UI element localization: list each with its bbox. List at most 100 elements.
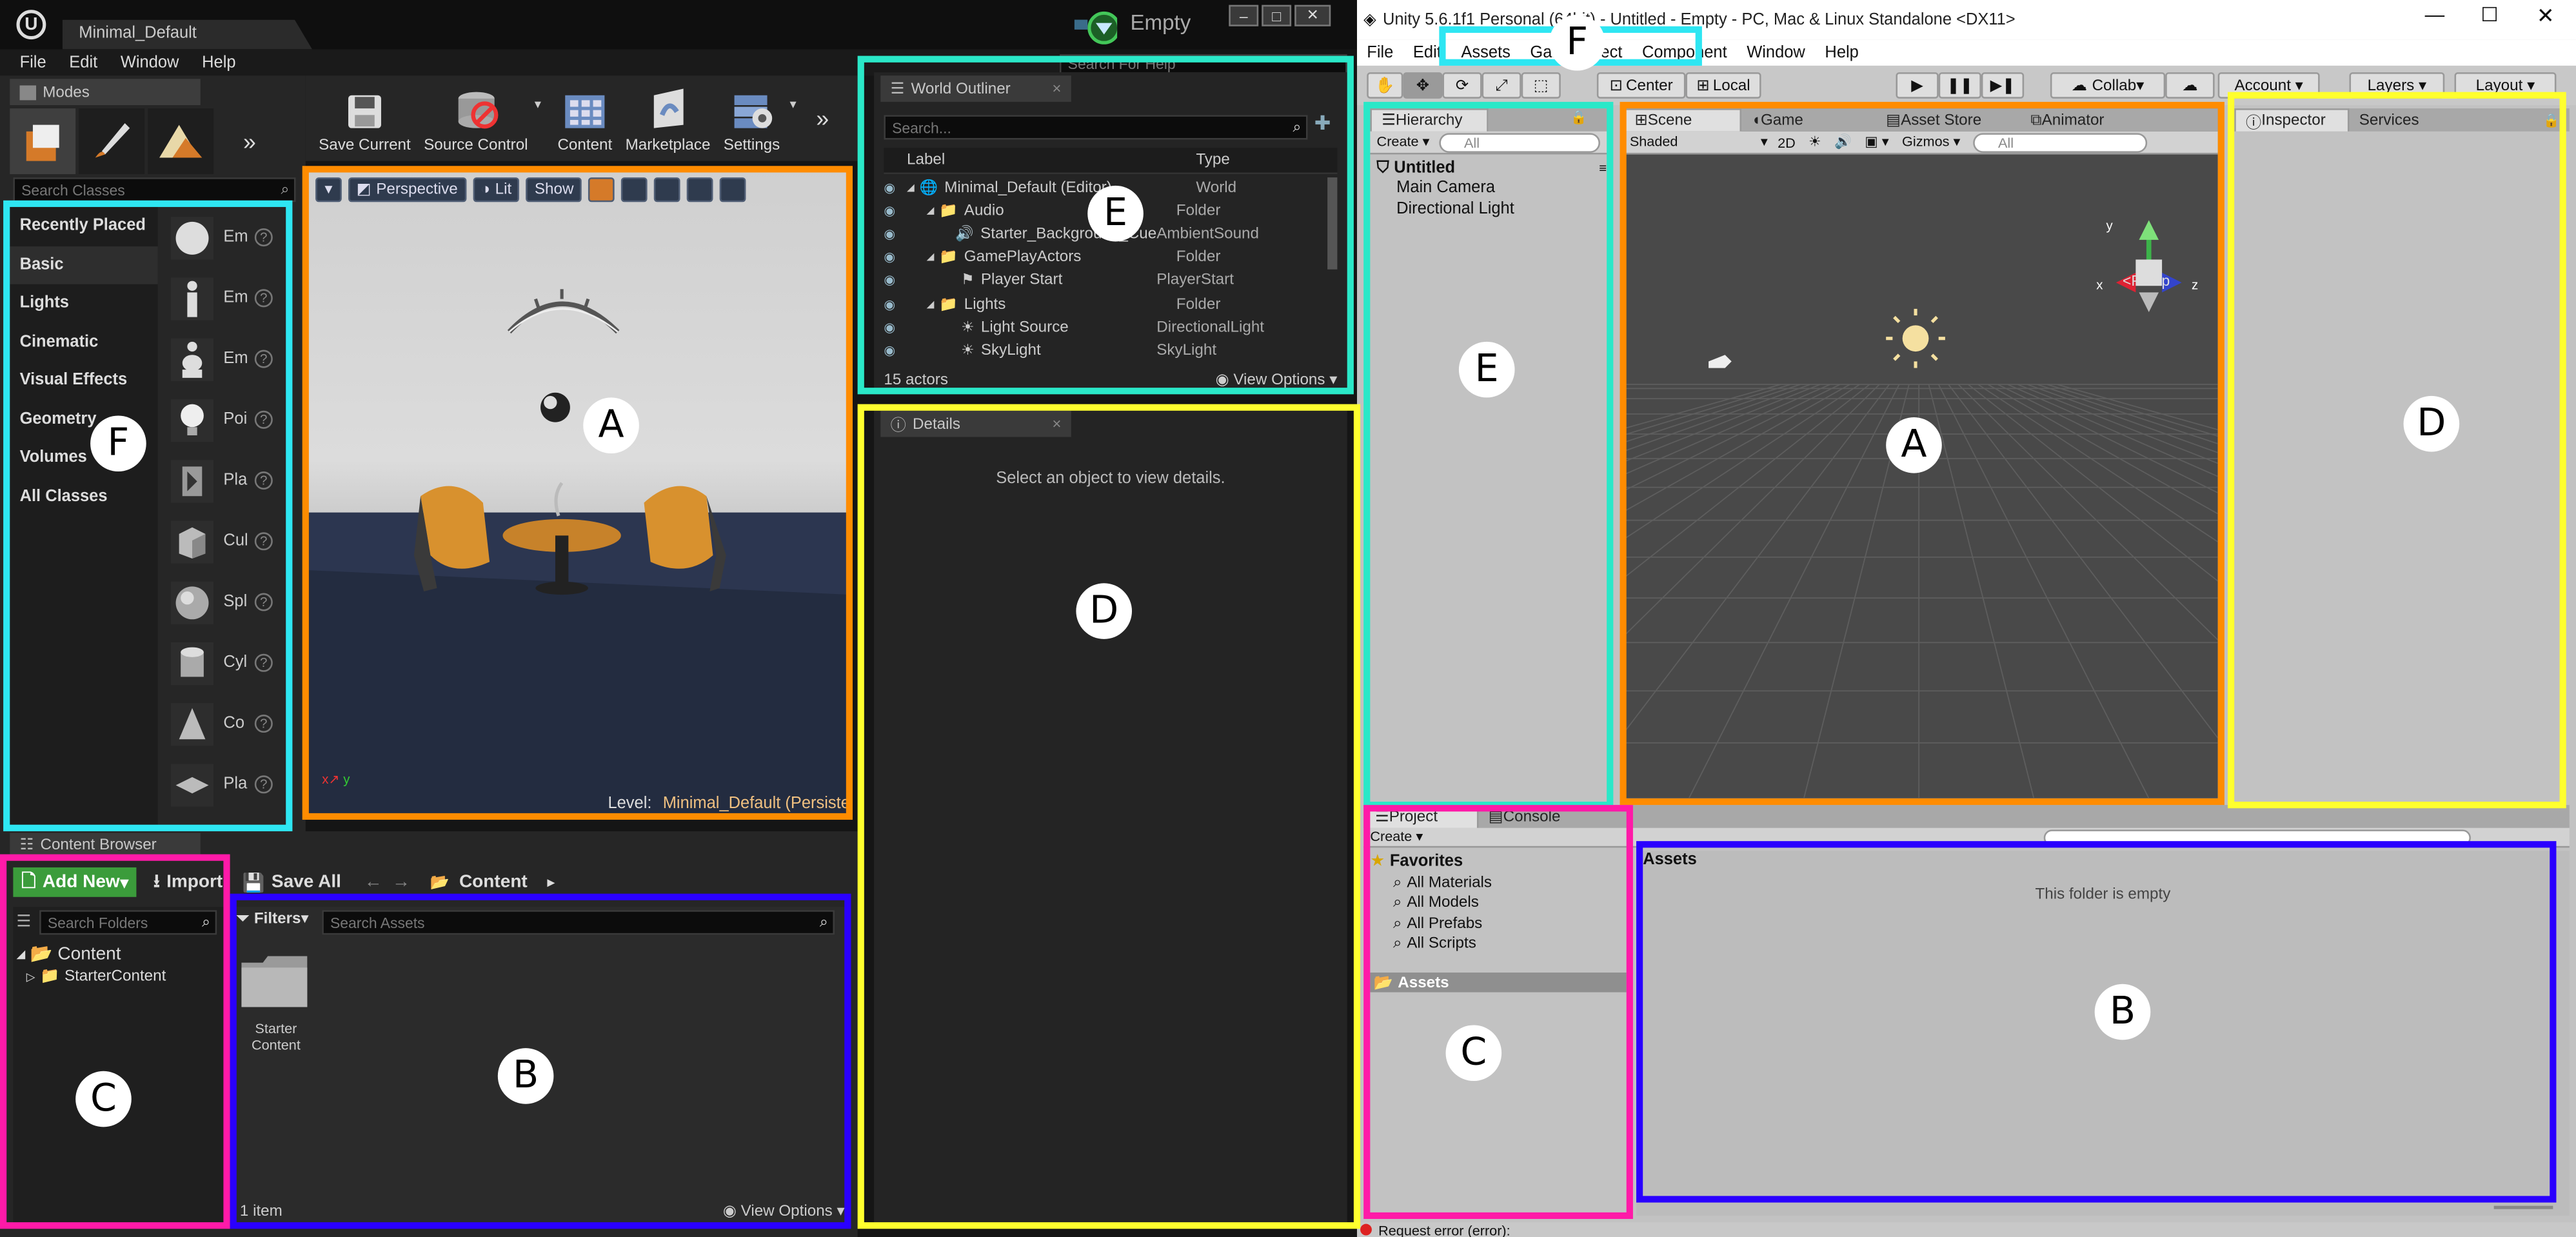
expand-arrow-icon[interactable]: ◢ xyxy=(907,182,915,193)
outliner-view-options[interactable]: ◉ View Options ▾ xyxy=(1215,370,1337,388)
scene-search-input[interactable]: All xyxy=(1973,132,2148,152)
forward-arrow-icon[interactable]: → xyxy=(392,873,410,893)
hierarchy-item-directional-light[interactable]: Directional Light xyxy=(1396,201,1514,219)
rect-tool-icon[interactable]: ⬚ xyxy=(1521,72,1561,99)
minimize-icon[interactable]: – xyxy=(1229,5,1259,26)
viewport-options-icon[interactable]: ▾ xyxy=(315,177,342,203)
outliner-search-input[interactable]: Search... ⌕ xyxy=(884,115,1308,140)
local-pivot-button[interactable]: ⊞ Local xyxy=(1685,72,1761,99)
menu-gameobject[interactable]: GameObject xyxy=(1530,44,1622,62)
placeable-item[interactable]: Pla? xyxy=(161,450,286,511)
menu-help[interactable]: Help xyxy=(1825,44,1858,62)
collab-button[interactable]: ☁ Collab ▾ xyxy=(2050,72,2166,99)
view-list-icon[interactable]: ☰ xyxy=(16,913,31,931)
lock-icon[interactable]: 🔒 xyxy=(2543,112,2559,127)
outliner-row[interactable]: ◉ ◢ 📁 Lights Folder xyxy=(884,292,1327,315)
help-icon[interactable]: ? xyxy=(254,532,273,551)
visibility-eye-icon[interactable]: ◉ xyxy=(884,273,907,288)
menu-edit[interactable]: Edit xyxy=(69,54,97,72)
scene-root[interactable]: ⛉ Untitled ≡ xyxy=(1377,158,1607,178)
category-geometry[interactable]: Geometry xyxy=(10,400,157,439)
menu-help[interactable]: Help xyxy=(202,54,235,72)
tree-child[interactable]: ▷ 📁 StarterContent xyxy=(26,967,166,985)
layout-dropdown[interactable]: Layout ▾ xyxy=(2454,72,2557,99)
maximize-icon[interactable]: ☐ xyxy=(2481,3,2498,26)
source-control-dropdown-icon[interactable]: ▾ xyxy=(535,96,541,111)
effects-toggle-icon[interactable]: ▣ ▾ xyxy=(1865,133,1888,151)
menu-component[interactable]: Component xyxy=(1642,44,1727,62)
hierarchy-tab[interactable]: ☰ Hierarchy xyxy=(1370,108,1489,132)
visibility-eye-icon[interactable]: ◉ xyxy=(884,226,907,241)
expand-arrow-icon[interactable]: ◢ xyxy=(927,252,935,263)
placeable-item[interactable]: Em? xyxy=(161,328,286,389)
outliner-row[interactable]: ◉ ☀ Light Source DirectionalLight xyxy=(884,315,1327,339)
search-assets-input[interactable]: Search Assets ⌕ xyxy=(322,910,835,935)
tab-services[interactable]: Services xyxy=(2349,108,2464,132)
help-search-input[interactable]: Search For Help xyxy=(1059,54,1347,74)
world-space-icon[interactable] xyxy=(687,177,713,203)
lighting-toggle-icon[interactable]: ☀ xyxy=(1808,133,1821,151)
favorites-header[interactable]: ★ Favorites xyxy=(1370,851,1626,872)
lock-icon[interactable]: 🔒 xyxy=(1570,110,1587,125)
help-icon[interactable]: ? xyxy=(254,715,273,733)
mode-2d-toggle[interactable]: 2D xyxy=(1778,134,1796,150)
close-icon[interactable]: ✕ xyxy=(1294,5,1331,26)
shaded-dropdown[interactable]: Shaded ▾ xyxy=(1630,133,1778,151)
search-folders-input[interactable]: Search Folders ⌕ xyxy=(39,910,217,935)
filters-button[interactable]: ⏷ Filters ▾ xyxy=(237,910,309,928)
expand-arrow-icon[interactable]: ◢ xyxy=(927,205,935,216)
path-arrow-icon[interactable]: ▸ xyxy=(547,873,555,891)
source-control-button[interactable]: Source Control xyxy=(417,77,535,159)
more-toolbar-icon[interactable]: » xyxy=(816,105,829,132)
help-icon[interactable]: ? xyxy=(254,410,273,429)
outliner-row[interactable]: ◉ 🔊 Starter_Background_Cue AmbientSound xyxy=(884,223,1327,246)
outliner-row[interactable]: ◉ ◢ 📁 GamePlayActors Folder xyxy=(884,246,1327,269)
outliner-scrollbar[interactable] xyxy=(1327,177,1338,270)
favorite-item[interactable]: ⌕ All Materials xyxy=(1370,873,1626,893)
project-create-dropdown[interactable]: Create ▾ xyxy=(1370,828,1423,846)
tab-scene[interactable]: ⊞ Scene xyxy=(1623,108,1742,132)
category-recently-placed[interactable]: Recently Placed xyxy=(10,207,157,246)
expand-arrow-icon[interactable]: ◢ xyxy=(927,298,935,310)
placeable-item[interactable]: Cyl? xyxy=(161,633,286,693)
favorite-item[interactable]: ⌕ All Scripts xyxy=(1370,934,1626,955)
outliner-row[interactable]: ◉ ☀ SkyLight SkyLight xyxy=(884,339,1327,362)
outliner-row[interactable]: ◉ ⚑ Player Start PlayerStart xyxy=(884,269,1327,292)
placeable-item[interactable]: Co? xyxy=(161,693,286,754)
rotate-tool-icon[interactable]: ⟳ xyxy=(1442,72,1482,99)
close-tab-icon[interactable]: × xyxy=(1052,415,1061,433)
hand-tool-icon[interactable]: ✋ xyxy=(1367,72,1403,99)
visibility-eye-icon[interactable]: ◉ xyxy=(884,320,907,335)
category-cinematic[interactable]: Cinematic xyxy=(10,323,157,362)
tree-root[interactable]: ◢ 📂 Content xyxy=(16,943,121,964)
translate-icon[interactable] xyxy=(588,177,615,203)
hierarchy-item-main-camera[interactable]: Main Camera xyxy=(1396,179,1495,197)
help-icon[interactable]: ? xyxy=(254,289,273,308)
visibility-eye-icon[interactable]: ◉ xyxy=(884,203,907,218)
menu-file[interactable]: File xyxy=(1367,44,1393,62)
hierarchy-create-dropdown[interactable]: Create ▾ xyxy=(1377,133,1430,151)
minimize-icon[interactable]: — xyxy=(2425,3,2445,26)
maximize-icon[interactable]: □ xyxy=(1262,5,1292,26)
column-type[interactable]: Type xyxy=(1196,151,1229,169)
tab-game[interactable]: ◖ Game xyxy=(1741,108,1876,132)
play-icon[interactable]: ▶ xyxy=(1896,72,1939,99)
visibility-eye-icon[interactable]: ◉ xyxy=(884,250,907,265)
audio-toggle-icon[interactable]: 🔊 xyxy=(1834,133,1852,151)
placeable-item[interactable]: Cul? xyxy=(161,511,286,571)
scene-menu-icon[interactable]: ≡ xyxy=(1599,160,1607,175)
path-breadcrumb[interactable]: Content xyxy=(459,873,528,893)
favorite-item[interactable]: ⌕ All Prefabs xyxy=(1370,913,1626,934)
category-all-classes[interactable]: All Classes xyxy=(10,477,157,516)
save-current-button[interactable]: Save Current xyxy=(312,77,417,159)
favorite-item[interactable]: ⌕ All Models xyxy=(1370,893,1626,913)
marketplace-button[interactable]: Marketplace xyxy=(619,77,717,159)
add-new-button[interactable]: 🗋 Add New ▾ xyxy=(13,867,137,897)
paint-mode-icon[interactable] xyxy=(79,108,145,175)
visibility-eye-icon[interactable]: ◉ xyxy=(884,180,907,195)
layers-dropdown[interactable]: Layers ▾ xyxy=(2349,72,2445,99)
asset-view-options[interactable]: ◉ View Options ▾ xyxy=(723,1203,845,1221)
visibility-eye-icon[interactable]: ◉ xyxy=(884,343,907,358)
close-icon[interactable]: ✕ xyxy=(2537,3,2555,30)
menu-window[interactable]: Window xyxy=(121,54,179,72)
